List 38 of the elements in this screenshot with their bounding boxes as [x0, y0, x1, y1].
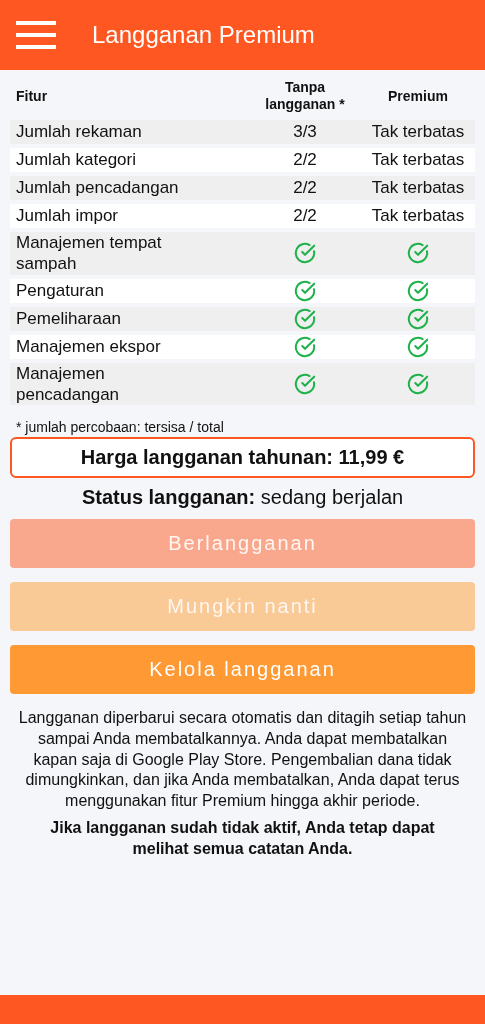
feature-label: Manajemen pencadangan [15, 362, 121, 405]
table-cell-text: 2/2 [292, 150, 318, 170]
check-icon [407, 307, 429, 330]
table-cell-text: 2/2 [292, 206, 318, 226]
feature-label: Pengaturan [15, 279, 105, 302]
page-title: Langganan Premium [92, 21, 315, 49]
footnote: * jumlah percobaan: tersisa / total [16, 419, 225, 435]
menu-icon[interactable] [16, 21, 56, 49]
table-cell-text: Tak terbatas [370, 178, 466, 198]
subscription-status: Status langganan: sedang berjalan [80, 486, 405, 509]
feature-label: Pemeliharaan [15, 307, 122, 330]
notice-text: Langganan diperbarui secara otomatis dan ditagih setiap tahun sampai Anda membatalkannya. Anda dapat membatalkan kapan saja di Google Play Store. Pengembalian dana tidak dimungkinkan, dan jika Anda membatalkan, Anda dapat terus menggunakan fitur Premium hingga akhir periode. [17, 708, 468, 812]
feature-label: Jumlah pencadangan [15, 177, 180, 199]
column-header: Premium [387, 87, 449, 105]
check-icon [407, 372, 429, 395]
check-icon [294, 242, 316, 265]
check-icon [294, 335, 316, 358]
feature-label: Manajemen tempat sampah [15, 232, 163, 275]
check-icon [294, 307, 316, 330]
check-icon [294, 279, 316, 302]
table-cell-text: Tak terbatas [370, 150, 466, 170]
check-icon [294, 372, 316, 395]
table-cell-text: Tak terbatas [370, 206, 466, 226]
feature-label: Jumlah rekaman [15, 121, 143, 143]
check-icon [407, 242, 429, 265]
action-button[interactable]: Kelola langganan [10, 645, 475, 694]
column-header: Fitur [15, 87, 49, 105]
feature-label: Manajemen ekspor [15, 335, 162, 358]
check-icon [407, 279, 429, 302]
table-cell-text: 2/2 [292, 178, 318, 198]
notice-text: Jika langganan sudah tidak aktif, Anda tetap dapat melihat semua catatan Anda. [49, 818, 436, 859]
feature-label: Jumlah impor [15, 205, 120, 227]
price-label: Harga langganan tahunan: 11,99 € [10, 437, 475, 478]
feature-label: Jumlah kategori [15, 149, 137, 171]
table-cell-text: 3/3 [292, 122, 318, 142]
table-cell-text: Tak terbatas [370, 122, 466, 142]
column-header: Tanpa langganan * [264, 79, 346, 113]
check-icon [407, 335, 429, 358]
